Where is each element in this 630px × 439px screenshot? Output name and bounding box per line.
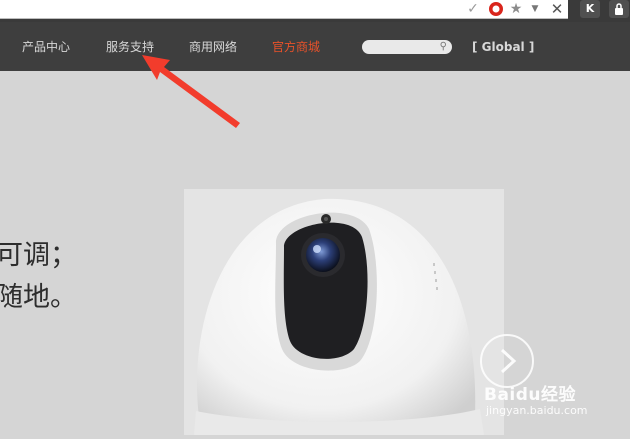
annotation-arrow [142,55,240,128]
watermark-url: jingyan.baidu.com [486,404,588,417]
watermark-brand: Baidu经验 [484,385,577,405]
